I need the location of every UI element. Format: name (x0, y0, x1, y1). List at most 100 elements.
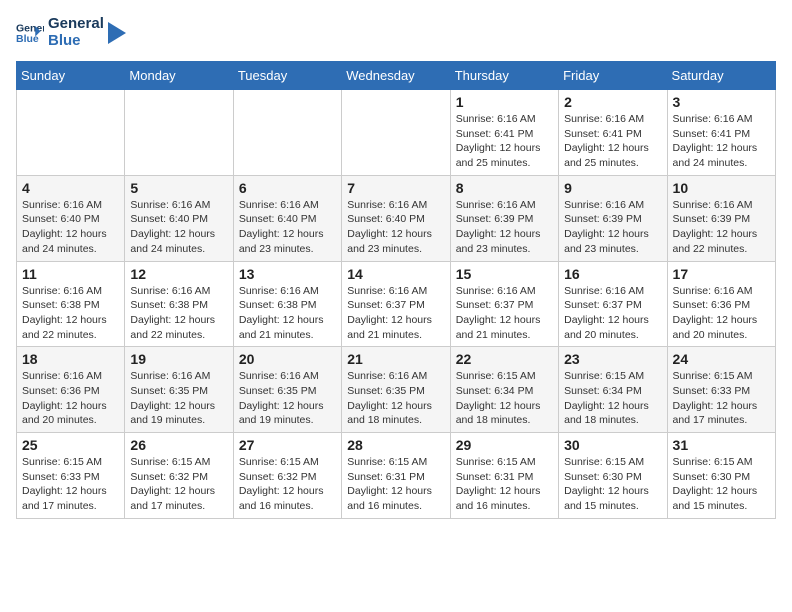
header-day-tuesday: Tuesday (233, 62, 341, 90)
day-info: Sunrise: 6:16 AM Sunset: 6:38 PM Dayligh… (239, 284, 336, 343)
week-row-5: 25 Sunrise: 6:15 AM Sunset: 6:33 PM Dayli… (17, 433, 776, 519)
calendar-header: SundayMondayTuesdayWednesdayThursdayFrid… (17, 62, 776, 90)
day-number: 11 (22, 266, 119, 282)
header-day-saturday: Saturday (667, 62, 775, 90)
day-info: Sunrise: 6:16 AM Sunset: 6:36 PM Dayligh… (673, 284, 770, 343)
calendar-cell: 1Sunrise: 6:16 AM Sunset: 6:41 PM Daylig… (450, 90, 558, 176)
page-header: General Blue General Blue (16, 16, 776, 49)
week-row-2: 4 Sunrise: 6:16 AM Sunset: 6:40 PM Daylig… (17, 175, 776, 261)
day-info: Sunrise: 6:15 AM Sunset: 6:34 PM Dayligh… (564, 369, 661, 428)
day-number: 5 (130, 180, 227, 196)
calendar-cell: 29 Sunrise: 6:15 AM Sunset: 6:31 PM Dayli… (450, 433, 558, 519)
logo: General Blue General Blue (16, 16, 126, 49)
calendar-cell: 21 Sunrise: 6:16 AM Sunset: 6:35 PM Dayli… (342, 347, 450, 433)
day-number: 17 (673, 266, 770, 282)
calendar-cell: 24 Sunrise: 6:15 AM Sunset: 6:33 PM Dayli… (667, 347, 775, 433)
day-info: Sunrise: 6:16 AM Sunset: 6:36 PM Dayligh… (22, 369, 119, 428)
logo-text-blue: Blue (48, 33, 104, 50)
day-info: Sunrise: 6:15 AM Sunset: 6:33 PM Dayligh… (22, 455, 119, 514)
calendar-cell: 18Sunrise: 6:16 AM Sunset: 6:36 PM Dayli… (17, 347, 125, 433)
header-day-monday: Monday (125, 62, 233, 90)
calendar-cell: 19Sunrise: 6:16 AM Sunset: 6:35 PM Dayli… (125, 347, 233, 433)
day-number: 22 (456, 351, 553, 367)
logo-text-general: General (48, 16, 104, 33)
calendar-cell: 8 Sunrise: 6:16 AM Sunset: 6:39 PM Daylig… (450, 175, 558, 261)
day-number: 10 (673, 180, 770, 196)
calendar-cell: 30 Sunrise: 6:15 AM Sunset: 6:30 PM Dayli… (559, 433, 667, 519)
calendar-cell: 7 Sunrise: 6:16 AM Sunset: 6:40 PM Daylig… (342, 175, 450, 261)
calendar-body: 1 Sunrise: 6:16 AM Sunset: 6:41 PM Daylig… (17, 90, 776, 519)
calendar-cell: 6Sunrise: 6:16 AM Sunset: 6:40 PM Daylig… (233, 175, 341, 261)
day-info: Sunrise: 6:16 AM Sunset: 6:40 PM Dayligh… (130, 198, 227, 257)
day-number: 8 (456, 180, 553, 196)
header-day-sunday: Sunday (17, 62, 125, 90)
day-info: Sunrise: 6:15 AM Sunset: 6:30 PM Dayligh… (673, 455, 770, 514)
calendar-cell: 14 Sunrise: 6:16 AM Sunset: 6:37 PM Dayli… (342, 261, 450, 347)
day-info: Sunrise: 6:16 AM Sunset: 6:40 PM Dayligh… (347, 198, 444, 257)
calendar-cell: 20 Sunrise: 6:16 AM Sunset: 6:35 PM Dayli… (233, 347, 341, 433)
calendar-cell: 5 Sunrise: 6:16 AM Sunset: 6:40 PM Daylig… (125, 175, 233, 261)
header-row: SundayMondayTuesdayWednesdayThursdayFrid… (17, 62, 776, 90)
day-info: Sunrise: 6:15 AM Sunset: 6:33 PM Dayligh… (673, 369, 770, 428)
calendar-cell: 25 Sunrise: 6:15 AM Sunset: 6:33 PM Dayli… (17, 433, 125, 519)
calendar-cell: 23Sunrise: 6:15 AM Sunset: 6:34 PM Dayli… (559, 347, 667, 433)
day-number: 7 (347, 180, 444, 196)
header-day-thursday: Thursday (450, 62, 558, 90)
day-number: 3 (673, 94, 770, 110)
day-number: 14 (347, 266, 444, 282)
day-number: 2 (564, 94, 661, 110)
day-number: 16 (564, 266, 661, 282)
day-number: 13 (239, 266, 336, 282)
week-row-4: 18Sunrise: 6:16 AM Sunset: 6:36 PM Dayli… (17, 347, 776, 433)
day-info: Sunrise: 6:15 AM Sunset: 6:32 PM Dayligh… (130, 455, 227, 514)
day-number: 24 (673, 351, 770, 367)
header-day-friday: Friday (559, 62, 667, 90)
day-info: Sunrise: 6:16 AM Sunset: 6:38 PM Dayligh… (22, 284, 119, 343)
calendar-cell: 10 Sunrise: 6:16 AM Sunset: 6:39 PM Dayli… (667, 175, 775, 261)
day-number: 26 (130, 437, 227, 453)
day-info: Sunrise: 6:15 AM Sunset: 6:34 PM Dayligh… (456, 369, 553, 428)
day-number: 25 (22, 437, 119, 453)
day-info: Sunrise: 6:16 AM Sunset: 6:35 PM Dayligh… (239, 369, 336, 428)
day-info: Sunrise: 6:16 AM Sunset: 6:41 PM Dayligh… (564, 112, 661, 171)
day-number: 19 (130, 351, 227, 367)
calendar-cell (17, 90, 125, 176)
calendar-cell (233, 90, 341, 176)
calendar-cell: 11 Sunrise: 6:16 AM Sunset: 6:38 PM Dayli… (17, 261, 125, 347)
day-info: Sunrise: 6:15 AM Sunset: 6:31 PM Dayligh… (456, 455, 553, 514)
week-row-3: 11 Sunrise: 6:16 AM Sunset: 6:38 PM Dayli… (17, 261, 776, 347)
day-info: Sunrise: 6:16 AM Sunset: 6:37 PM Dayligh… (347, 284, 444, 343)
calendar-cell: 28 Sunrise: 6:15 AM Sunset: 6:31 PM Dayli… (342, 433, 450, 519)
day-number: 28 (347, 437, 444, 453)
calendar-cell: 13 Sunrise: 6:16 AM Sunset: 6:38 PM Dayli… (233, 261, 341, 347)
day-info: Sunrise: 6:16 AM Sunset: 6:41 PM Dayligh… (673, 112, 770, 171)
week-row-1: 1 Sunrise: 6:16 AM Sunset: 6:41 PM Daylig… (17, 90, 776, 176)
calendar-cell: 31Sunrise: 6:15 AM Sunset: 6:30 PM Dayli… (667, 433, 775, 519)
header-day-wednesday: Wednesday (342, 62, 450, 90)
day-info: Sunrise: 6:16 AM Sunset: 6:39 PM Dayligh… (564, 198, 661, 257)
day-number: 30 (564, 437, 661, 453)
day-number: 1 (456, 94, 553, 110)
calendar-cell: 17 Sunrise: 6:16 AM Sunset: 6:36 PM Dayli… (667, 261, 775, 347)
day-info: Sunrise: 6:16 AM Sunset: 6:35 PM Dayligh… (347, 369, 444, 428)
calendar-cell: 26 Sunrise: 6:15 AM Sunset: 6:32 PM Dayli… (125, 433, 233, 519)
logo-arrow-icon (108, 22, 126, 44)
day-info: Sunrise: 6:16 AM Sunset: 6:37 PM Dayligh… (456, 284, 553, 343)
calendar-cell: 9Sunrise: 6:16 AM Sunset: 6:39 PM Daylig… (559, 175, 667, 261)
calendar-cell: 2 Sunrise: 6:16 AM Sunset: 6:41 PM Daylig… (559, 90, 667, 176)
day-number: 12 (130, 266, 227, 282)
calendar-cell: 3 Sunrise: 6:16 AM Sunset: 6:41 PM Daylig… (667, 90, 775, 176)
day-info: Sunrise: 6:15 AM Sunset: 6:30 PM Dayligh… (564, 455, 661, 514)
day-number: 15 (456, 266, 553, 282)
calendar-cell: 22 Sunrise: 6:15 AM Sunset: 6:34 PM Dayli… (450, 347, 558, 433)
day-info: Sunrise: 6:15 AM Sunset: 6:31 PM Dayligh… (347, 455, 444, 514)
day-number: 20 (239, 351, 336, 367)
logo-icon: General Blue (16, 19, 44, 47)
day-number: 21 (347, 351, 444, 367)
day-number: 4 (22, 180, 119, 196)
calendar-cell: 15 Sunrise: 6:16 AM Sunset: 6:37 PM Dayli… (450, 261, 558, 347)
day-info: Sunrise: 6:16 AM Sunset: 6:39 PM Dayligh… (456, 198, 553, 257)
day-info: Sunrise: 6:16 AM Sunset: 6:37 PM Dayligh… (564, 284, 661, 343)
day-number: 29 (456, 437, 553, 453)
day-info: Sunrise: 6:16 AM Sunset: 6:39 PM Dayligh… (673, 198, 770, 257)
